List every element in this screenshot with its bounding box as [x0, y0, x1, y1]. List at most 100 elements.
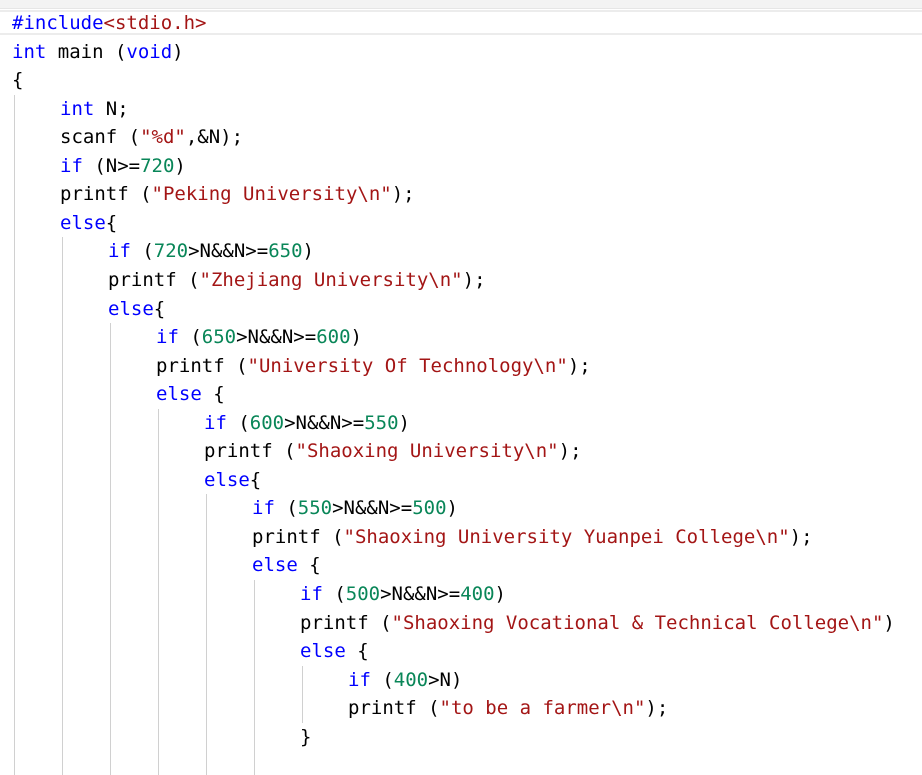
code-token: ): [446, 497, 458, 520]
code-token: {: [201, 383, 225, 406]
code-token: "Zhejiang University\n": [199, 268, 463, 291]
code-line-17[interactable]: else{: [204, 466, 261, 494]
code-line-9[interactable]: if (720>N&&N>=650): [108, 237, 314, 265]
code-token: printf (: [60, 183, 152, 206]
indent-guide-level-1: [14, 94, 15, 775]
code-token: );: [558, 440, 582, 463]
code-line-12[interactable]: if (650>N&&N>=600): [156, 323, 362, 351]
code-line-24[interactable]: if (400>N): [348, 666, 462, 694]
code-token: "Shaoxing Vocational & Technical College…: [391, 611, 884, 634]
code-token: scanf (: [60, 126, 141, 149]
code-token: {: [345, 640, 369, 663]
code-token: );: [645, 697, 669, 720]
code-token: >N&&N>=: [284, 411, 365, 434]
code-token: if: [252, 497, 275, 520]
code-token: >N&&N>=: [332, 497, 413, 520]
code-token: <stdio.h>: [103, 12, 207, 34]
code-token: else: [252, 554, 298, 577]
code-token: {: [12, 69, 24, 92]
code-token: >N&&N>=: [188, 240, 269, 263]
code-line-4[interactable]: int N;: [60, 95, 129, 123]
code-line-22[interactable]: printf ("Shaoxing Vocational & Technical…: [300, 609, 895, 637]
code-line-23[interactable]: else {: [300, 637, 369, 665]
code-token: 650: [268, 240, 303, 263]
code-line-18[interactable]: if (550>N&&N>=500): [252, 494, 458, 522]
code-line-2[interactable]: int main (void): [12, 38, 184, 66]
code-token: printf (: [252, 525, 344, 548]
indent-guide-level-7: [302, 665, 303, 723]
code-token: {: [297, 554, 321, 577]
code-token: 550: [297, 497, 333, 520]
code-token: 500: [412, 497, 447, 520]
code-line-21[interactable]: if (500>N&&N>=400): [300, 580, 506, 608]
code-token: "University Of Technology\n": [247, 354, 568, 377]
code-line-10[interactable]: printf ("Zhejiang University\n");: [108, 266, 486, 294]
code-token: int: [60, 97, 95, 120]
code-token: 720: [140, 154, 175, 177]
code-token: ): [172, 40, 184, 63]
code-line-13[interactable]: printf ("University Of Technology\n");: [156, 352, 591, 380]
code-line-16[interactable]: printf ("Shaoxing University\n");: [204, 437, 582, 465]
code-line-26[interactable]: }: [300, 723, 311, 751]
code-token: 650: [201, 326, 237, 349]
code-token: ): [883, 611, 895, 634]
code-token: int: [12, 40, 47, 63]
code-token: );: [391, 183, 415, 206]
code-token: "Peking University\n": [151, 183, 392, 206]
code-token: }: [300, 725, 312, 748]
code-token: (: [226, 411, 250, 434]
code-token: "%d": [140, 126, 186, 149]
code-token: printf (: [204, 440, 296, 463]
code-line-5[interactable]: scanf ("%d",&N);: [60, 123, 243, 151]
code-token: >N&&N>=: [380, 583, 461, 605]
code-token: 550: [364, 411, 399, 434]
code-token: 500: [345, 583, 381, 605]
code-line-15[interactable]: if (600>N&&N>=550): [204, 409, 410, 437]
code-line-3[interactable]: {: [12, 66, 23, 94]
code-token: else: [156, 383, 202, 406]
code-line-11[interactable]: else{: [108, 295, 165, 323]
code-token: printf (: [156, 354, 248, 377]
code-token: (N>=: [82, 154, 141, 177]
code-token: );: [567, 354, 591, 377]
code-token: {: [153, 297, 166, 320]
indent-guide-level-5: [206, 494, 207, 775]
code-token: (: [322, 583, 346, 605]
code-token: 720: [153, 240, 189, 263]
indent-guide-level-4: [158, 408, 159, 775]
code-line-20[interactable]: else {: [252, 551, 321, 579]
code-line-6[interactable]: if (N>=720): [60, 152, 186, 180]
code-token: 400: [393, 668, 429, 691]
code-token: >N): [428, 668, 463, 691]
code-token: else: [108, 297, 154, 320]
code-line-14[interactable]: else {: [156, 380, 225, 408]
code-token: >N&&N>=: [236, 326, 317, 349]
code-editor[interactable]: #include<stdio.h> int main (void){int N; s…: [0, 0, 922, 775]
code-line-8[interactable]: else{: [60, 209, 117, 237]
code-token: else: [300, 640, 346, 663]
code-token: ): [302, 240, 314, 263]
code-token: ): [494, 583, 506, 605]
code-token: ): [398, 411, 410, 434]
code-token: if: [108, 240, 131, 263]
indent-guide-level-2: [62, 237, 63, 775]
code-token: ): [174, 154, 186, 177]
code-line-1[interactable]: #include<stdio.h>: [12, 9, 206, 37]
code-token: N;: [94, 97, 129, 120]
code-line-19[interactable]: printf ("Shaoxing University Yuanpei Col…: [252, 523, 813, 551]
code-line-7[interactable]: printf ("Peking University\n");: [60, 180, 415, 208]
code-token: 400: [460, 583, 495, 605]
code-token: printf (: [108, 268, 200, 291]
code-token: "to be a farmer\n": [439, 697, 646, 720]
code-token: ): [350, 326, 362, 349]
code-token: (: [130, 240, 154, 263]
code-token: 600: [316, 326, 351, 349]
code-token: else: [204, 468, 250, 491]
code-token: printf (: [348, 697, 440, 720]
code-token: (: [178, 326, 202, 349]
code-token: void: [126, 40, 173, 63]
code-line-25[interactable]: printf ("to be a farmer\n");: [348, 694, 668, 722]
code-token: if: [204, 411, 227, 434]
code-token: #include: [12, 12, 104, 34]
code-token: if: [300, 583, 323, 605]
